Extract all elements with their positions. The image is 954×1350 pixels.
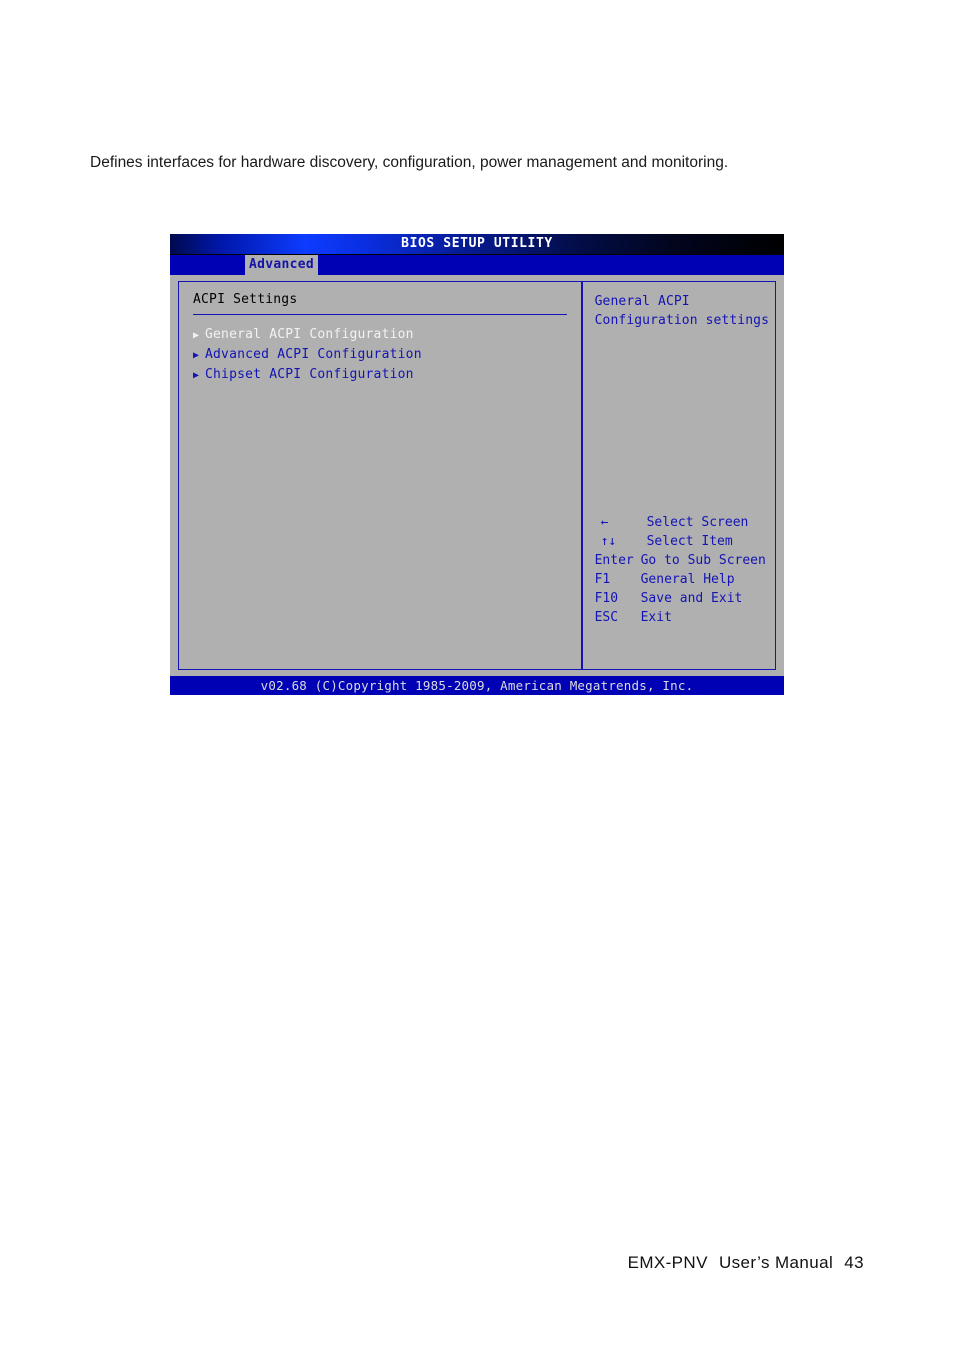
key-description: Select Screen [646,515,749,530]
menu-item-label: Chipset ACPI Configuration [205,367,414,382]
submenu-arrow-icon: ▶ [193,370,200,381]
bios-setup-screenshot: BIOS SETUP UTILITY Advanced ACPI Setting… [170,234,784,695]
footer-product: EMX-PNV [627,1253,708,1272]
bios-menu-bar: Advanced [170,255,784,275]
section-title-acpi-settings: ACPI Settings [193,292,298,307]
menu-item-label: General ACPI Configuration [205,327,414,342]
help-text: General ACPI Configuration settings [595,292,769,330]
key-legend: ← Select Screen ↑↓ Select Item Enter Go to … [595,513,766,627]
bios-title: BIOS SETUP UTILITY [401,236,553,251]
tab-advanced[interactable]: Advanced [245,255,319,275]
key-legend-row-f10: F10 Save and Exit [595,589,766,608]
key-description: Exit [640,610,672,625]
intro-paragraph: Defines interfaces for hardware discover… [90,154,729,171]
submenu-arrow-icon: ▶ [193,330,200,341]
bios-title-bar: BIOS SETUP UTILITY [170,234,784,255]
footer-manual-label: User’s Manual [718,1253,834,1272]
key-legend-row-select-screen: ← Select Screen [595,513,766,532]
page-footer: EMX-PNV User’s Manual 43 [0,1253,864,1273]
key-name: F1 [594,572,611,587]
key-name: F10 [594,591,619,606]
menu-item-general-acpi-configuration[interactable]: ▶ General ACPI Configuration [193,325,567,345]
key-legend-row-esc: ESC Exit [595,608,766,627]
submenu-arrow-icon: ▶ [193,350,200,361]
key-legend-row-select-item: ↑↓ Select Item [595,532,766,551]
settings-panel: ACPI Settings ▶ General ACPI Configuratio… [179,282,581,669]
left-right-arrow-icon: ← [600,515,609,530]
menu-item-label: Advanced ACPI Configuration [205,347,422,362]
section-divider [193,314,567,315]
key-description: Select Item [646,534,733,549]
key-description: Save and Exit [640,591,743,606]
help-line-1: General ACPI [594,294,690,309]
key-legend-row-f1: F1 General Help [595,570,766,589]
help-panel: General ACPI Configuration settings ← Sel… [583,282,775,669]
key-legend-row-enter: Enter Go to Sub Screen [595,551,766,570]
up-down-arrow-icon: ↑↓ [600,534,617,549]
bios-body: ACPI Settings ▶ General ACPI Configuratio… [170,275,784,676]
menu-item-chipset-acpi-configuration[interactable]: ▶ Chipset ACPI Configuration [193,365,567,385]
footer-page-number: 43 [844,1253,864,1272]
bios-panels: ACPI Settings ▶ General ACPI Configuratio… [178,281,776,670]
help-line-2: Configuration settings [594,313,769,328]
key-description: General Help [640,572,735,587]
bios-status-bar: v02.68 (C)Copyright 1985-2009, American … [170,676,784,695]
menu-item-advanced-acpi-configuration[interactable]: ▶ Advanced ACPI Configuration [193,345,567,365]
key-name: Enter [594,553,634,568]
key-description: Go to Sub Screen [640,553,766,568]
key-name: ESC [594,610,619,625]
acpi-menu-list: ▶ General ACPI Configuration ▶ Advanced AC… [193,325,567,385]
